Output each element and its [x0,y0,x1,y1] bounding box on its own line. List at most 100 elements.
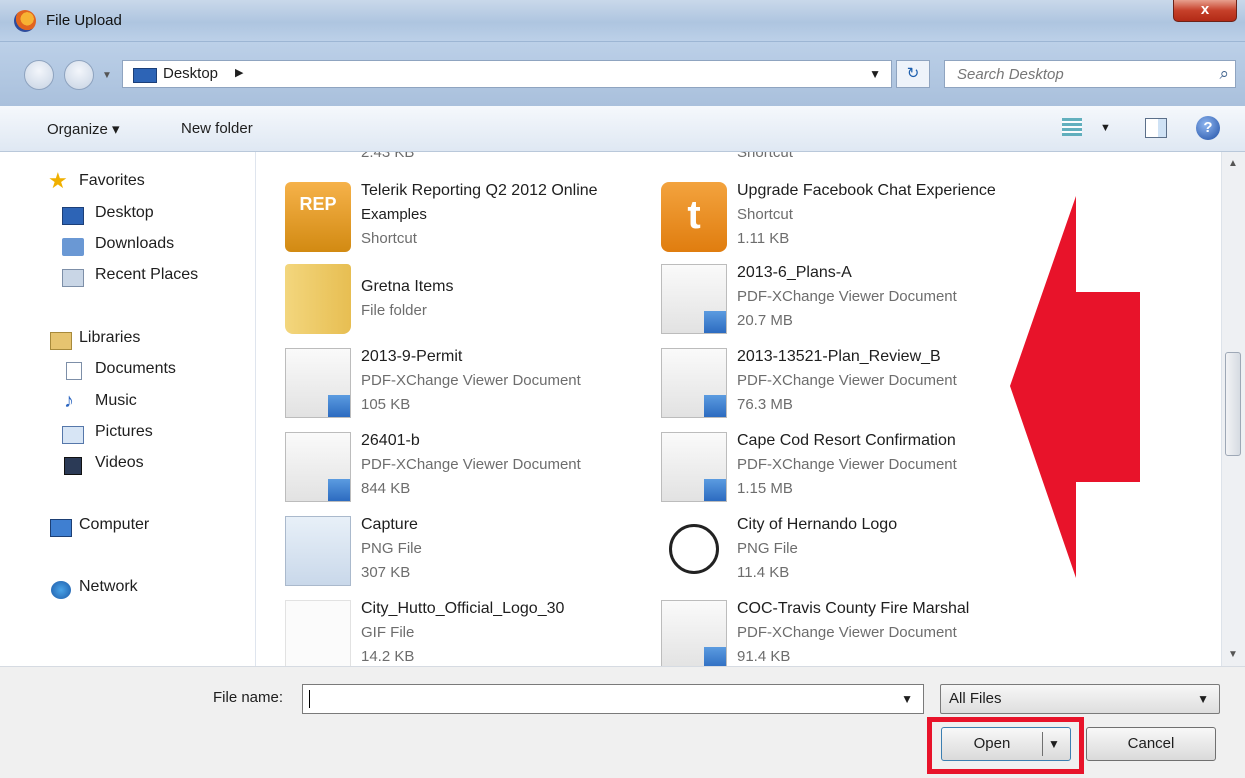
file-size: 105 KB [361,396,411,413]
sidebar-item-computer[interactable]: Computer [79,516,149,534]
pdf-doc-icon [285,432,351,502]
file-name: City of Hernando Logo [737,516,898,533]
list-item[interactable]: 2013-13521-Plan_Review_B PDF-XChange Vie… [661,348,1041,426]
file-type: GIF File [361,624,415,641]
sidebar-item-desktop[interactable]: Desktop [95,204,154,222]
file-name: 2013-13521-Plan_Review_B [737,348,941,365]
help-icon[interactable]: ? [1196,116,1220,140]
file-type: PDF-XChange Viewer Document [737,624,957,641]
file-type: Shortcut [737,206,793,223]
file-type: PNG File [737,540,798,557]
back-button[interactable] [24,60,54,90]
file-name: Gretna Items [361,278,454,295]
music-note-icon: ♪ [64,390,74,412]
forward-button[interactable] [64,60,94,90]
network-icon [51,581,71,599]
annotation-arrow-icon [1010,196,1140,578]
list-item[interactable]: City of Hernando Logo PNG File 11.4 KB [661,516,1041,594]
file-size: 76.3 MB [737,396,793,413]
view-options-dropdown-icon[interactable]: ▼ [1100,122,1111,134]
list-item[interactable]: Cape Cod Resort Confirmation PDF-XChange… [661,432,1041,510]
address-dropdown-icon[interactable]: ▼ [869,67,881,81]
list-item[interactable]: Gretna Items File folder [285,264,665,342]
sidebar-item-downloads[interactable]: Downloads [95,235,174,253]
sidebar-item-documents[interactable]: Documents [95,360,176,378]
list-item[interactable]: 2013-9-Permit PDF-XChange Viewer Documen… [285,348,665,426]
filter-dropdown-icon[interactable]: ▼ [1197,692,1209,706]
search-icon[interactable]: ⌕ [1219,64,1229,84]
search-input[interactable]: Search Desktop ⌕ [944,60,1236,88]
file-type: PDF-XChange Viewer Document [737,372,957,389]
folder-icon [285,264,351,334]
sidebar-item-libraries[interactable]: Libraries [79,329,140,347]
recent-locations-dropdown-icon[interactable]: ▼ [102,70,112,81]
list-item[interactable]: COC-Travis County Fire Marshal PDF-XChan… [661,600,1041,666]
file-size: 11.4 KB [737,564,790,581]
list-item[interactable]: t Upgrade Facebook Chat Experience Short… [661,182,1041,260]
file-type: Shortcut [361,230,417,247]
refresh-button[interactable]: ↻ [896,60,930,88]
breadcrumb-desktop[interactable]: Desktop [163,65,218,82]
breadcrumb[interactable]: Desktop ▶ ▼ [122,60,892,88]
telerik-rep-icon: REP [285,182,351,252]
navigation-pane: ★ Favorites Desktop Downloads Recent Pla… [0,152,256,666]
firefox-icon [14,10,36,32]
desktop-icon [62,207,84,225]
change-view-icon[interactable] [1062,118,1082,136]
gif-image-icon [285,600,351,666]
file-name: Cape Cod Resort Confirmation [737,432,956,449]
sidebar-item-videos[interactable]: Videos [95,454,144,472]
annotation-highlight-box [927,717,1084,774]
file-type: PDF-XChange Viewer Document [361,372,581,389]
file-type: PDF-XChange Viewer Document [361,456,581,473]
file-size: 1.15 MB [737,480,793,497]
close-button[interactable]: x [1173,0,1237,22]
list-item[interactable]: REP Telerik Reporting Q2 2012 Online Exa… [285,182,665,260]
file-name: City_Hutto_Official_Logo_30 [361,600,565,617]
list-item[interactable]: Capture PNG File 307 KB [285,516,665,594]
tumblr-t-icon: t [661,182,727,252]
title-bar: File Upload x [0,0,1245,42]
address-row: ▼ Desktop ▶ ▼ ↻ Search Desktop ⌕ [0,42,1245,106]
file-name-dropdown-icon[interactable]: ▼ [901,692,913,706]
sidebar-item-recent-places[interactable]: Recent Places [95,266,198,284]
cancel-button[interactable]: Cancel [1086,727,1216,761]
list-item[interactable]: City_Hutto_Official_Logo_30 GIF File 14.… [285,600,665,666]
file-name: Telerik Reporting Q2 2012 Online [361,182,598,199]
file-size: 14.2 KB [361,648,415,665]
file-name-label: File name: [213,689,284,706]
file-name-continued: Examples [361,206,427,223]
file-name: 26401-b [361,432,420,449]
computer-icon [50,519,72,537]
pdf-doc-icon [661,348,727,418]
recent-places-icon [62,269,84,287]
sidebar-item-music[interactable]: Music [95,392,137,410]
preview-pane-icon[interactable] [1145,118,1167,138]
scroll-thumb[interactable] [1225,352,1241,456]
pdf-doc-icon [661,264,727,334]
scroll-down-icon[interactable]: ▼ [1228,649,1238,660]
file-type-filter-select[interactable]: All Files ▼ [940,684,1220,714]
png-image-icon [285,516,351,586]
breadcrumb-arrow-icon[interactable]: ▶ [235,66,243,79]
organize-menu-button[interactable]: Organize ▾ [47,120,120,138]
pdf-doc-icon [285,348,351,418]
text-caret [309,690,310,708]
file-name-field[interactable]: ▼ [302,684,924,714]
scroll-up-icon[interactable]: ▲ [1228,158,1238,169]
favorites-star-icon: ★ [48,168,68,193]
footer-panel: File name: ▼ All Files ▼ Open ▼ Cancel [0,666,1245,778]
file-name: Upgrade Facebook Chat Experience [737,182,996,199]
file-size: 307 KB [361,564,411,581]
new-folder-button[interactable]: New folder [181,120,253,137]
file-type-filter-value: All Files [949,690,1002,707]
list-item[interactable]: 26401-b PDF-XChange Viewer Document 844 … [285,432,665,510]
file-type: Shortcut [737,152,793,161]
documents-icon [66,362,82,380]
sidebar-item-pictures[interactable]: Pictures [95,423,153,441]
vertical-scrollbar[interactable]: ▲ ▼ [1221,152,1245,666]
sidebar-item-favorites[interactable]: Favorites [79,172,145,190]
list-item[interactable]: 2013-6_Plans-A PDF-XChange Viewer Docume… [661,264,1041,342]
sidebar-item-network[interactable]: Network [79,578,138,596]
file-type: File folder [361,302,427,319]
